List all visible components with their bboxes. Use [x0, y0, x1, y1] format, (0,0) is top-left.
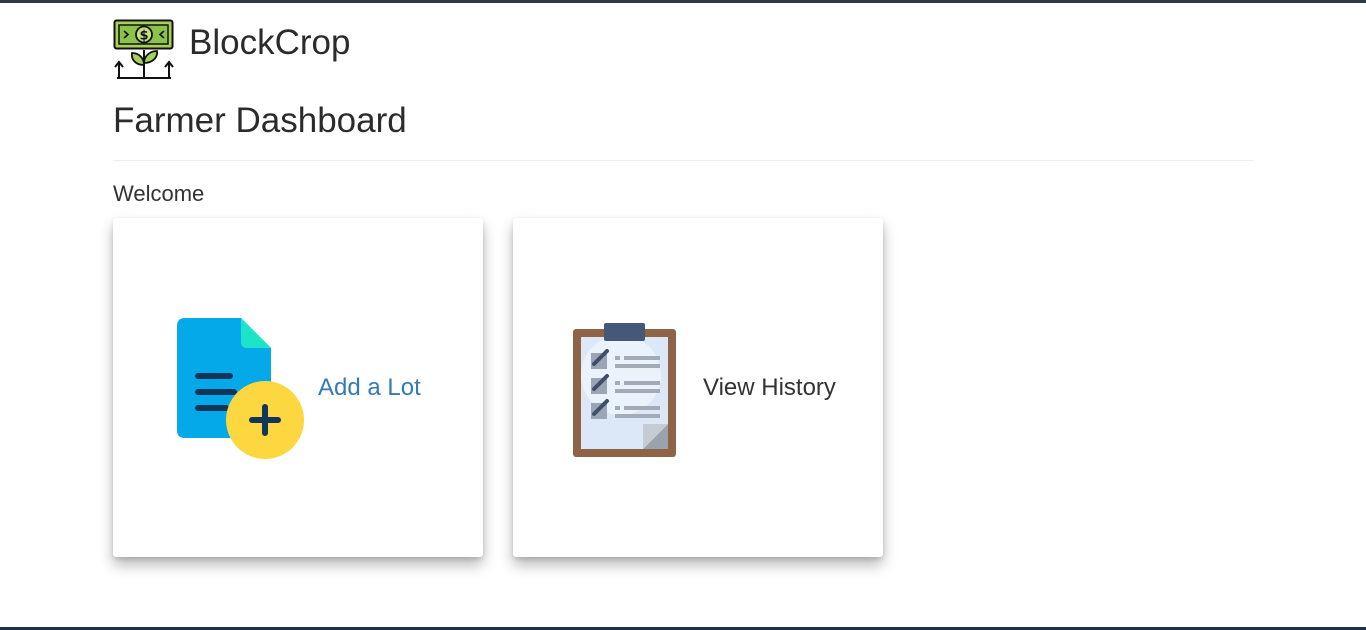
money-plant-icon: $ — [113, 19, 174, 79]
brand-name[interactable]: BlockCrop — [189, 23, 350, 63]
add-lot-card[interactable]: Add a Lot — [113, 218, 483, 557]
window-top-border — [0, 0, 1366, 3]
view-history-label[interactable]: View History — [703, 373, 836, 403]
add-lot-label[interactable]: Add a Lot — [318, 373, 421, 403]
brand[interactable]: $ BlockCrop — [113, 19, 350, 83]
view-history-card[interactable]: View History — [513, 218, 883, 557]
clipboard-checklist-icon — [573, 323, 676, 457]
page-title: Farmer Dashboard — [113, 101, 407, 140]
header-divider — [113, 160, 1253, 161]
document-add-icon — [177, 318, 304, 459]
welcome-text: Welcome — [113, 181, 205, 206]
svg-text:$: $ — [139, 29, 148, 44]
